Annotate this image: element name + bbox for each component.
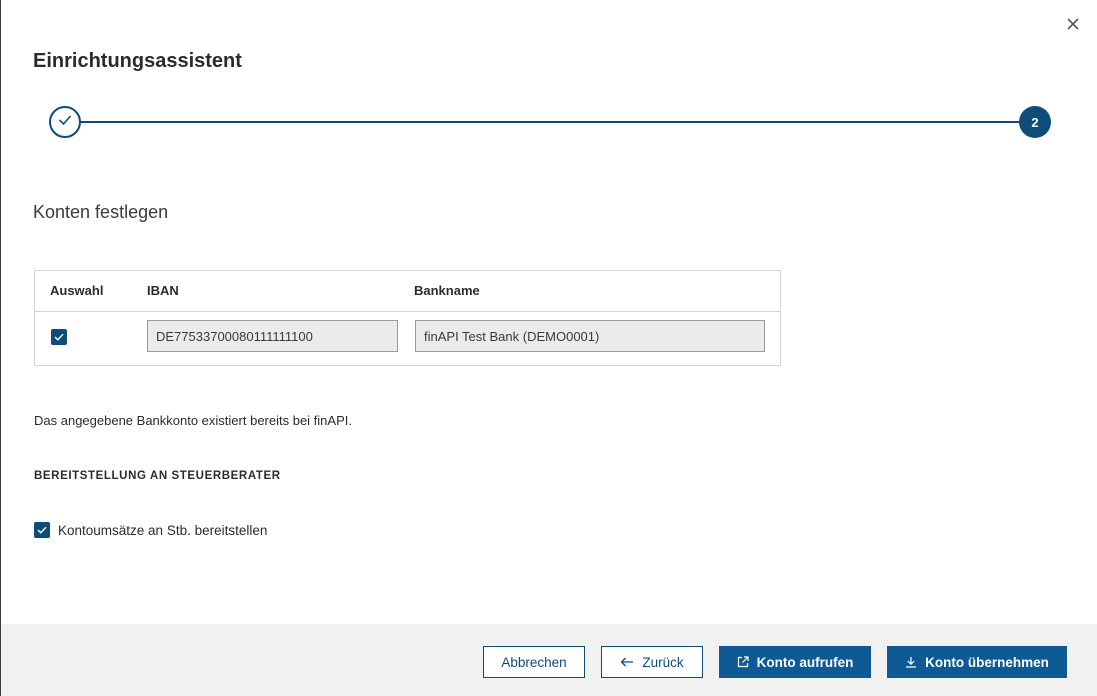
accounts-table: Auswahl IBAN Bankname DE7753370008011111… <box>34 270 781 366</box>
column-header-selection: Auswahl <box>50 283 104 298</box>
section-title: Konten festlegen <box>33 202 169 222</box>
download-icon <box>905 656 917 668</box>
table-header: Auswahl IBAN Bankname <box>35 271 780 312</box>
step-1-completed[interactable] <box>49 106 81 138</box>
check-icon <box>58 113 72 131</box>
cancel-button[interactable]: Abbrechen <box>483 646 585 678</box>
dialog-title: Einrichtungsassistent <box>33 50 242 72</box>
check-icon <box>37 521 47 539</box>
accept-account-button[interactable]: Konto übernehmen <box>887 646 1067 678</box>
step-2-number: 2 <box>1031 114 1039 130</box>
accept-account-button-label: Konto übernehmen <box>925 654 1049 670</box>
close-button[interactable] <box>1063 14 1083 34</box>
row-select-checkbox[interactable] <box>51 329 67 345</box>
arrow-left-icon <box>620 657 634 667</box>
external-link-icon <box>737 656 749 668</box>
back-button[interactable]: Zurück <box>601 646 703 678</box>
provision-heading: BEREITSTELLUNG AN STEUERBERATER <box>34 470 281 482</box>
account-exists-info: Das angegebene Bankkonto existiert berei… <box>34 413 352 428</box>
back-button-label: Zurück <box>642 654 684 670</box>
dialog-footer: Abbrechen Zurück Konto aufrufen Konto üb… <box>1 624 1097 696</box>
wizard-stepper: 2 <box>49 106 1051 138</box>
close-icon <box>1067 14 1079 35</box>
open-account-button[interactable]: Konto aufrufen <box>719 646 871 678</box>
provide-transactions-label: Kontoumsätze an Stb. bereitstellen <box>58 522 268 538</box>
bankname-field[interactable]: finAPI Test Bank (DEMO0001) <box>415 320 765 352</box>
provide-transactions-checkbox[interactable] <box>34 522 50 538</box>
check-icon <box>54 328 64 346</box>
step-2-current: 2 <box>1019 106 1051 138</box>
stepper-line <box>65 121 1035 123</box>
provide-transactions-option[interactable]: Kontoumsätze an Stb. bereitstellen <box>34 522 267 538</box>
iban-field[interactable]: DE77533700080111111100 <box>147 320 398 352</box>
cancel-button-label: Abbrechen <box>501 654 567 670</box>
table-row: DE77533700080111111100 finAPI Test Bank … <box>35 311 780 365</box>
column-header-iban: IBAN <box>147 283 179 298</box>
setup-wizard-dialog: Einrichtungsassistent 2 Konten festlegen… <box>0 0 1097 696</box>
open-account-button-label: Konto aufrufen <box>756 654 854 670</box>
column-header-bankname: Bankname <box>414 283 480 298</box>
